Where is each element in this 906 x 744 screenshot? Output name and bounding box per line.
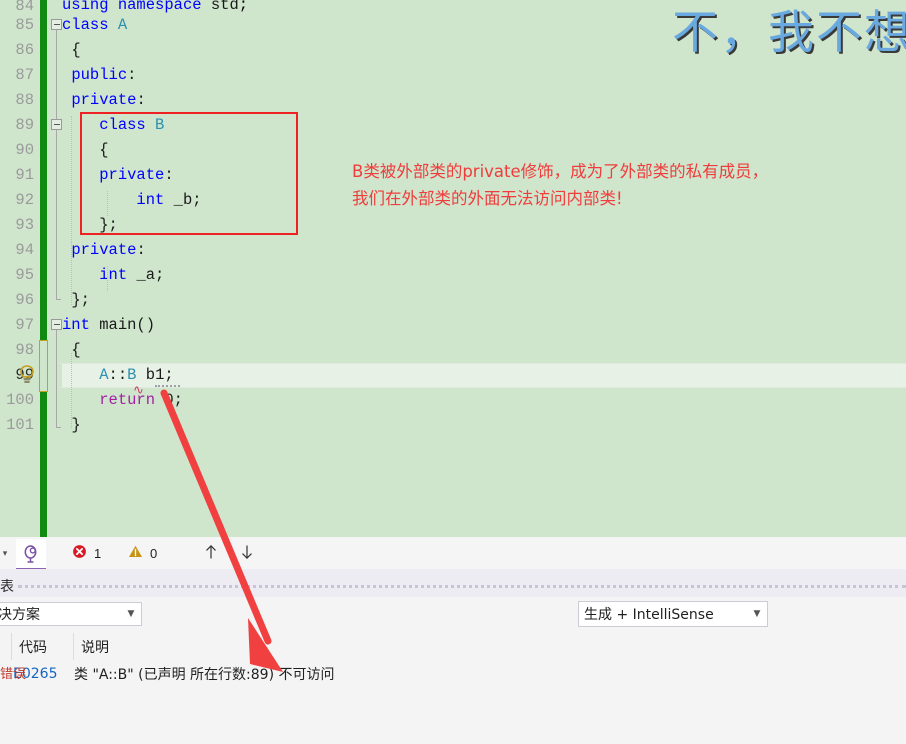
error-list-toolbar: ▾ 1 0 bbox=[0, 537, 906, 570]
error-count-label: 1 bbox=[94, 546, 101, 561]
arrow-down-icon bbox=[239, 543, 255, 564]
fold-margin[interactable] bbox=[49, 0, 63, 537]
code-line: private: bbox=[62, 238, 906, 263]
chevron-down-icon[interactable]: ▾ bbox=[0, 548, 10, 558]
line-number: 93 bbox=[0, 213, 36, 238]
error-table-empty-area bbox=[0, 687, 906, 744]
fold-toggle-class-b[interactable] bbox=[51, 119, 62, 130]
code-line: { bbox=[62, 338, 906, 363]
line-number: 89 bbox=[0, 113, 36, 138]
watermark-text: 不，我不想 bbox=[672, 0, 906, 62]
fold-toggle-main[interactable] bbox=[51, 319, 62, 330]
bookmark-marker[interactable] bbox=[39, 340, 48, 392]
annotation-line-2: 我们在外部类的外面无法访问内部类! bbox=[352, 185, 768, 212]
toolbar-prev-error-button[interactable] bbox=[203, 537, 219, 569]
toolbar-next-error-button[interactable] bbox=[239, 537, 255, 569]
code-text-area[interactable]: using namespace std; class A { public: p… bbox=[62, 0, 906, 537]
build-source-combo[interactable]: 生成 + IntelliSense ▼ bbox=[578, 601, 768, 627]
line-number: 90 bbox=[0, 138, 36, 163]
annotation-line-1: B类被外部类的private修饰，成为了外部类的私有成员， bbox=[352, 158, 768, 185]
line-number: 86 bbox=[0, 38, 36, 63]
code-line: private: bbox=[62, 88, 906, 113]
line-number: 95 bbox=[0, 263, 36, 288]
line-number: 91 bbox=[0, 163, 36, 188]
warning-triangle-icon bbox=[128, 544, 143, 562]
code-editor[interactable]: 84 85 86 87 88 89 90 91 92 93 94 95 96 9… bbox=[0, 0, 906, 537]
line-number: 87 bbox=[0, 63, 36, 88]
scope-combo-value: 解决方案 bbox=[0, 604, 121, 624]
lightbulb-icon[interactable] bbox=[18, 364, 36, 386]
build-source-value: 生成 + IntelliSense bbox=[579, 604, 747, 624]
code-line-current: A::B b1; bbox=[62, 363, 906, 388]
error-circle-icon bbox=[72, 544, 87, 562]
line-number: 84 bbox=[0, 0, 36, 13]
toolbar-warning-count[interactable]: 0 bbox=[128, 537, 157, 569]
line-number: 100 bbox=[0, 388, 36, 413]
code-line: int main() bbox=[62, 313, 906, 338]
line-number: 96 bbox=[0, 288, 36, 313]
table-row[interactable]: E0265 类 "A::B" (已声明 所在行数:89) 不可访问 bbox=[0, 660, 906, 687]
visual-studio-window: 84 85 86 87 88 89 90 91 92 93 94 95 96 9… bbox=[0, 0, 906, 744]
cell-description: 类 "A::B" (已声明 所在行数:89) 不可访问 bbox=[74, 660, 335, 687]
error-list-icon[interactable] bbox=[16, 539, 46, 570]
chevron-down-icon: ▼ bbox=[747, 609, 767, 619]
highlight-rectangle bbox=[80, 112, 298, 235]
line-number: 101 bbox=[0, 413, 36, 438]
chevron-down-icon: ▼ bbox=[121, 609, 141, 619]
error-squiggle: ∿ bbox=[133, 384, 144, 397]
change-bar bbox=[40, 0, 47, 537]
code-line: public: bbox=[62, 63, 906, 88]
error-list-filter-bar: 解决方案 ▼ 错误 1 警告 0 bbox=[0, 597, 906, 634]
error-table-header: 代码 说明 bbox=[0, 633, 906, 661]
warning-count-label: 0 bbox=[150, 546, 157, 561]
code-line: int _a; bbox=[62, 263, 906, 288]
dotted-divider bbox=[18, 585, 906, 592]
panel-splitter-strip[interactable] bbox=[0, 569, 906, 597]
code-line: } bbox=[62, 413, 906, 438]
line-number: 85 bbox=[0, 13, 36, 38]
arrow-up-icon bbox=[203, 543, 219, 564]
line-number-gutter: 84 85 86 87 88 89 90 91 92 93 94 95 96 9… bbox=[0, 0, 36, 537]
quickinfo-underline bbox=[155, 385, 180, 387]
panel-left-label: 表 bbox=[0, 576, 14, 596]
fold-toggle-class-a[interactable] bbox=[51, 19, 62, 30]
line-number: 97 bbox=[0, 313, 36, 338]
code-line: }; bbox=[62, 288, 906, 313]
toolbar-error-count[interactable]: 1 bbox=[72, 537, 101, 569]
annotation-text: B类被外部类的private修饰，成为了外部类的私有成员， 我们在外部类的外面无… bbox=[352, 158, 768, 212]
cell-severity: 错误 bbox=[0, 663, 26, 682]
column-header-code[interactable]: 代码 bbox=[11, 633, 73, 660]
line-number: 98 bbox=[0, 338, 36, 363]
line-number: 92 bbox=[0, 188, 36, 213]
code-line: return 0; bbox=[62, 388, 906, 413]
column-header-description[interactable]: 说明 bbox=[73, 633, 373, 660]
scope-combo[interactable]: 解决方案 ▼ bbox=[0, 602, 142, 626]
line-number: 88 bbox=[0, 88, 36, 113]
line-number: 94 bbox=[0, 238, 36, 263]
